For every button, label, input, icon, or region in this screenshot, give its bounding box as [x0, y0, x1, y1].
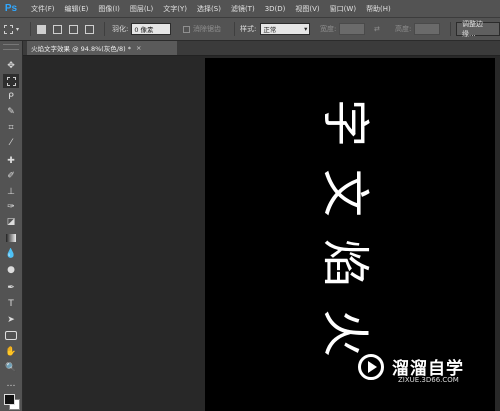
selection-add-icon[interactable] — [53, 18, 62, 40]
dodge-tool-icon[interactable]: ● — [3, 263, 19, 277]
hand-tool-icon[interactable]: ✋ — [3, 345, 19, 359]
foreground-color-swatch[interactable] — [4, 394, 15, 405]
menu-view[interactable]: 视图(V) — [290, 4, 324, 14]
vertical-text-layer: 字 文 焰 火 — [310, 88, 380, 368]
play-icon — [368, 361, 377, 373]
swap-width-height-icon[interactable]: ⇄ — [374, 18, 380, 40]
canvas-text-char: 文 — [316, 168, 373, 218]
rectangle-shape-tool-icon[interactable] — [3, 328, 19, 342]
height-input[interactable] — [414, 23, 441, 35]
eyedropper-tool-icon[interactable]: ⁄ — [3, 136, 19, 150]
document-tab-title: 火焰文字效果 @ 94.8%(灰色/8) * — [31, 45, 131, 53]
path-selection-tool-icon[interactable]: ➤ — [3, 313, 19, 327]
menu-filter[interactable]: 滤镜(T) — [226, 4, 260, 14]
width-label: 宽度: — [320, 25, 337, 33]
marquee-tool-preset-icon[interactable]: ▾ — [4, 18, 19, 40]
pen-tool-icon[interactable]: ✒ — [3, 281, 19, 295]
antialias-label: 消除锯齿 — [193, 25, 221, 33]
lasso-tool-icon[interactable]: ᑭ — [3, 90, 19, 104]
style-label: 样式: — [240, 25, 257, 33]
menu-image[interactable]: 图像(I) — [93, 4, 125, 14]
width-input[interactable] — [339, 23, 366, 35]
menu-window[interactable]: 窗口(W) — [325, 4, 361, 14]
menu-bar: Ps 文件(F) 编辑(E) 图像(I) 图层(L) 文字(Y) 选择(S) 滤… — [0, 0, 500, 18]
more-tools-icon[interactable]: … — [3, 377, 19, 391]
antialias-checkbox[interactable] — [183, 25, 190, 33]
menu-file[interactable]: 文件(F) — [26, 4, 60, 14]
menu-3d[interactable]: 3D(D) — [260, 5, 291, 13]
zoom-tool-icon[interactable]: 🔍 — [3, 361, 19, 375]
tools-panel: ✥ ᑭ ✎ ⌗ ⁄ ✚ ✐ ⊥ ✑ ◪ 💧 ● ✒ T ➤ ✋ 🔍 … — [0, 41, 23, 411]
spot-healing-brush-icon[interactable]: ✚ — [3, 154, 19, 168]
blur-tool-icon[interactable]: 💧 — [3, 247, 19, 261]
brush-tool-icon[interactable]: ✐ — [3, 169, 19, 183]
selection-subtract-icon[interactable] — [69, 18, 78, 40]
menu-type[interactable]: 文字(Y) — [158, 4, 192, 14]
photoshop-logo-icon: Ps — [4, 3, 18, 14]
menu-edit[interactable]: 编辑(E) — [60, 4, 94, 14]
style-select[interactable]: 正常 ▾ — [260, 23, 311, 35]
history-brush-icon[interactable]: ✑ — [3, 200, 19, 214]
watermark-url: ZIXUE.3D66.COM — [398, 376, 459, 384]
document-tab-bar: 火焰文字效果 @ 94.8%(灰色/8) * × — [23, 41, 500, 56]
height-label: 高度: — [395, 25, 412, 33]
clone-stamp-tool-icon[interactable]: ⊥ — [3, 185, 19, 199]
menu-select[interactable]: 选择(S) — [192, 4, 226, 14]
document-tab[interactable]: 火焰文字效果 @ 94.8%(灰色/8) * × — [27, 41, 177, 55]
chevron-down-icon: ▾ — [304, 25, 308, 33]
menu-help[interactable]: 帮助(H) — [361, 4, 396, 14]
move-tool-icon[interactable]: ✥ — [3, 59, 19, 73]
type-tool-icon[interactable]: T — [3, 297, 19, 311]
selection-intersect-icon[interactable] — [85, 18, 94, 40]
style-select-value: 正常 — [263, 26, 277, 34]
feather-label: 羽化: — [112, 25, 129, 33]
panel-grip[interactable] — [3, 44, 19, 50]
crop-tool-icon[interactable]: ⌗ — [3, 121, 19, 135]
refine-edge-button[interactable]: 调整边缘... — [456, 20, 500, 38]
canvas-text-char: 字 — [316, 98, 373, 148]
close-tab-icon[interactable]: × — [136, 44, 141, 52]
options-bar: ▾ 羽化: 0 像素 消除锯齿 样式: 正常 ▾ 宽度: ⇄ 高度: 调整边缘..… — [0, 18, 500, 41]
feather-input[interactable]: 0 像素 — [131, 23, 172, 35]
selection-new-icon[interactable] — [37, 18, 46, 40]
canvas-text-char: 焰 — [316, 238, 373, 288]
watermark: 溜溜自学 ZIXUE.3D66.COM — [356, 350, 496, 396]
menu-layer[interactable]: 图层(L) — [125, 4, 158, 14]
rectangular-marquee-tool-icon[interactable] — [3, 74, 19, 88]
gradient-tool-icon[interactable] — [3, 231, 19, 245]
eraser-tool-icon[interactable]: ◪ — [3, 215, 19, 229]
quick-selection-tool-icon[interactable]: ✎ — [3, 105, 19, 119]
